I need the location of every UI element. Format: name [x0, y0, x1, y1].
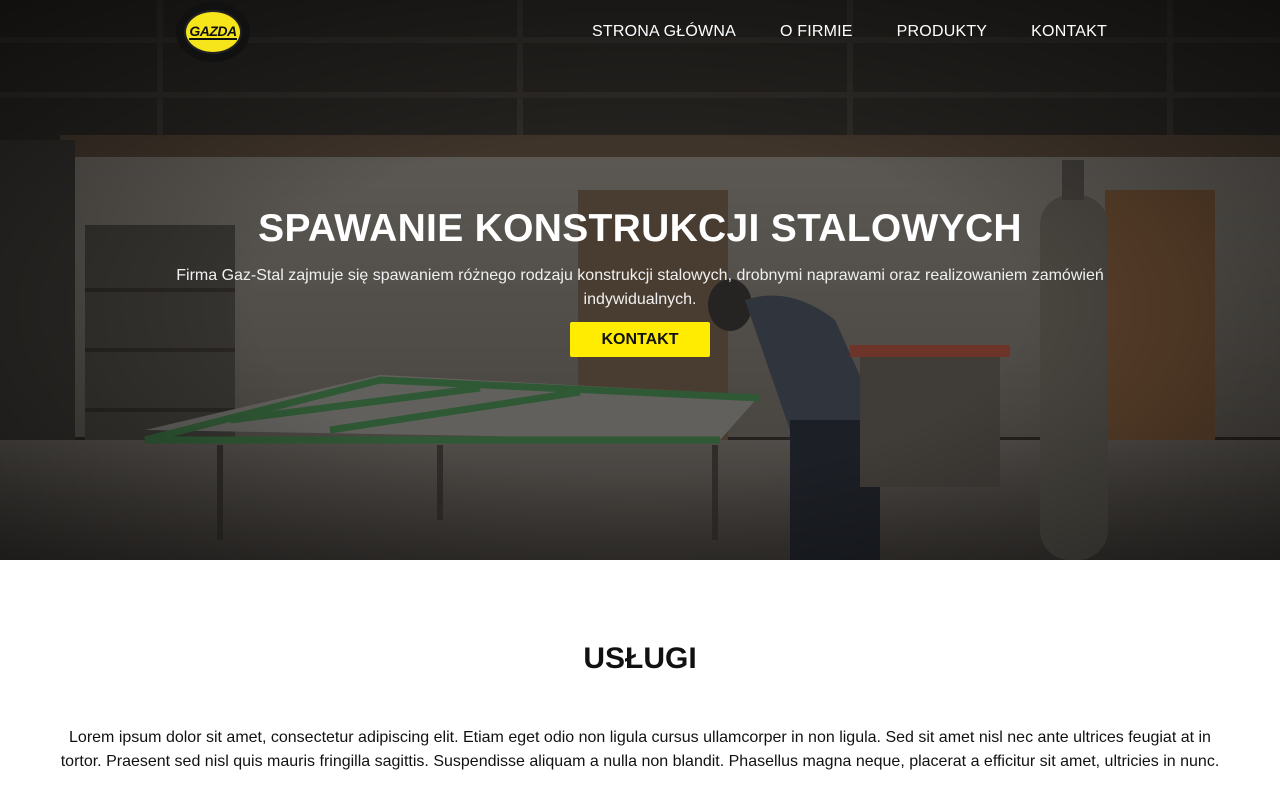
- services-title: USŁUGI: [583, 642, 697, 675]
- hero-section: GAZDA STRONA GŁÓWNA O FIRMIE PRODUKTY KO…: [0, 0, 1280, 560]
- nav-link-contact[interactable]: KONTAKT: [1009, 22, 1129, 42]
- hero-title: SPAWANIE KONSTRUKCJI STALOWYCH: [258, 207, 1022, 250]
- contact-button[interactable]: KONTAKT: [570, 322, 710, 357]
- nav-link-about[interactable]: O FIRMIE: [758, 22, 875, 42]
- services-section: USŁUGI Lorem ipsum dolor sit amet, conse…: [0, 560, 1280, 800]
- company-logo[interactable]: GAZDA: [176, 2, 250, 62]
- main-navigation: STRONA GŁÓWNA O FIRMIE PRODUKTY KONTAKT: [570, 22, 1129, 42]
- nav-link-home[interactable]: STRONA GŁÓWNA: [570, 22, 758, 42]
- logo-badge: GAZDA: [184, 10, 242, 54]
- nav-link-products[interactable]: PRODUKTY: [875, 22, 1010, 42]
- services-description: Lorem ipsum dolor sit amet, consectetur …: [60, 729, 1220, 770]
- hero-description: Firma Gaz-Stal zajmuje się spawaniem róż…: [176, 267, 1104, 308]
- logo-text: GAZDA: [189, 23, 237, 40]
